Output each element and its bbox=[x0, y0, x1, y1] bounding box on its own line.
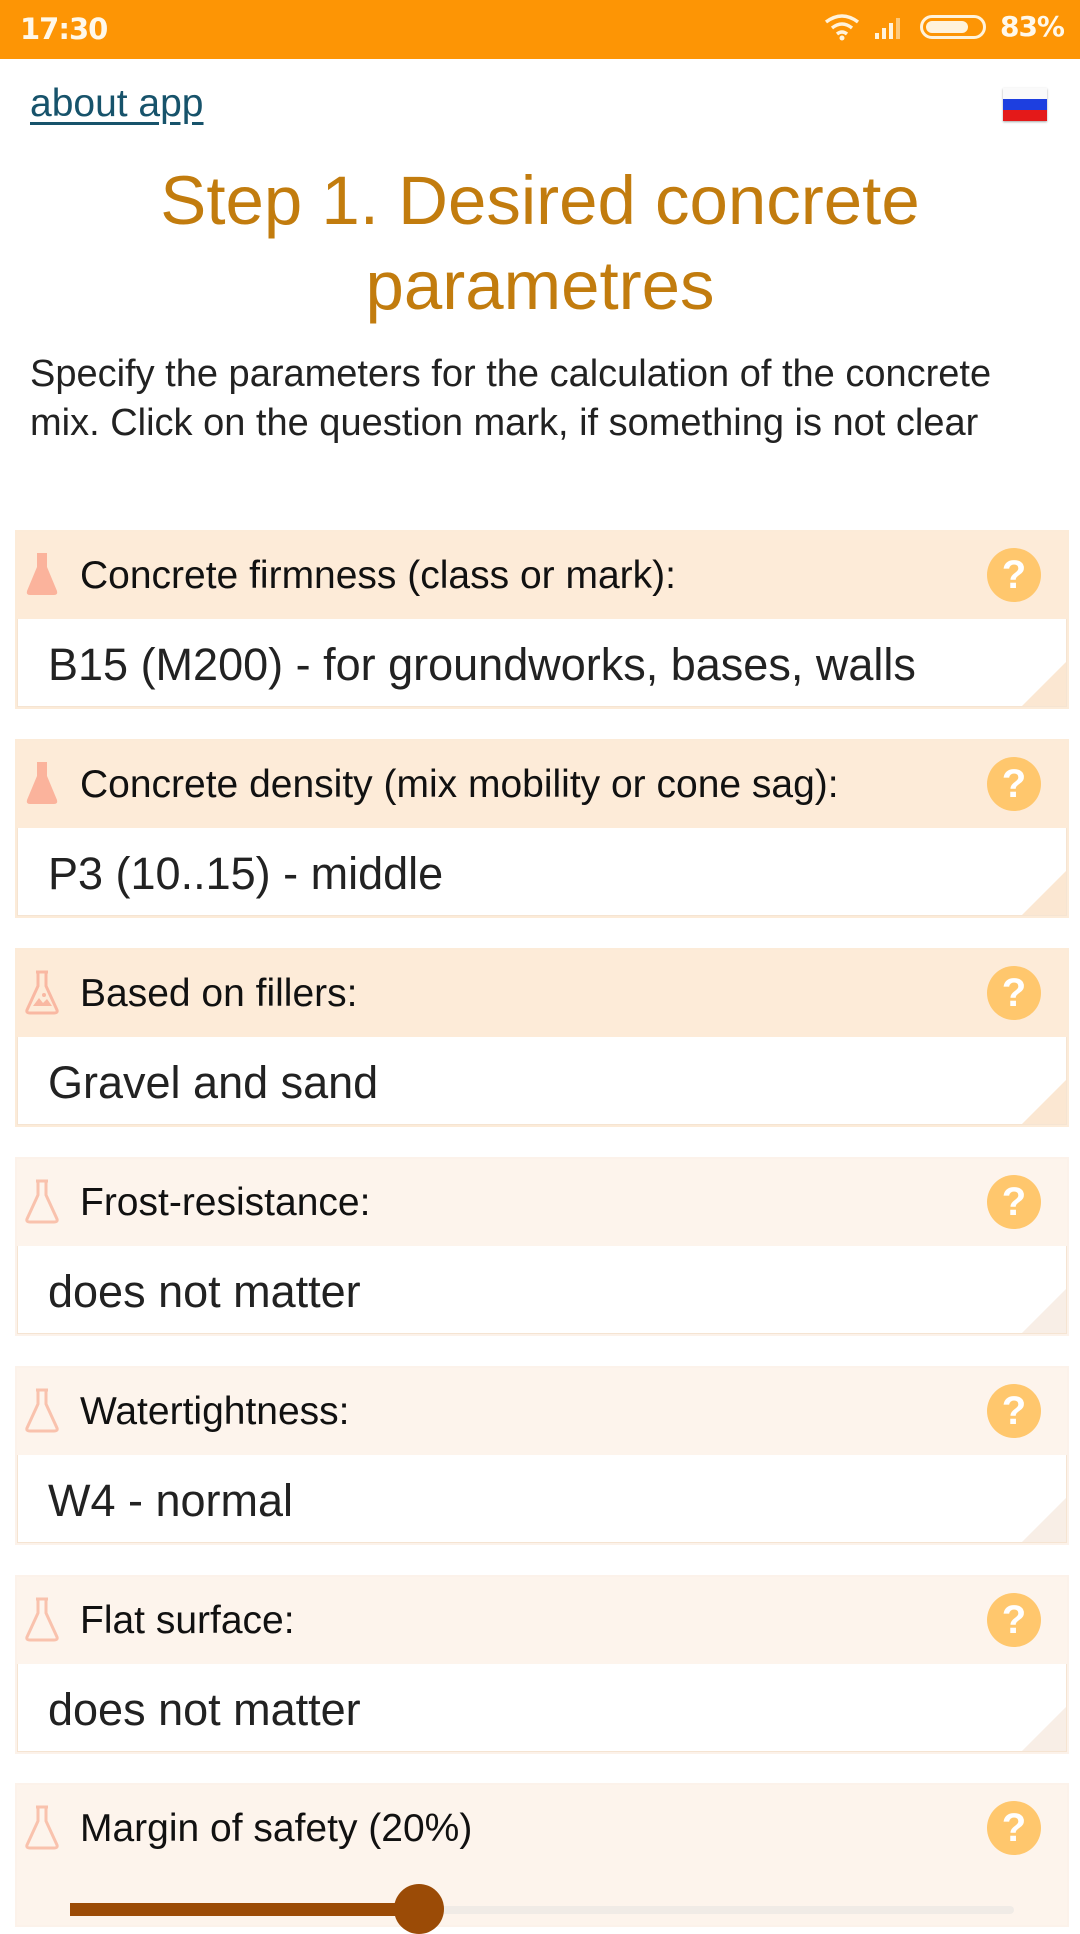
flask-filled-icon bbox=[26, 762, 58, 804]
help-button[interactable]: ? bbox=[987, 1593, 1041, 1647]
help-button[interactable]: ? bbox=[987, 1801, 1041, 1855]
dropdown-corner-icon bbox=[1022, 1080, 1066, 1124]
safety-slider-fill bbox=[70, 1903, 420, 1916]
field-label: Concrete firmness (class or mark): bbox=[80, 554, 676, 597]
field-select[interactable]: P3 (10..15) - middle bbox=[17, 828, 1067, 916]
field-value: P3 (10..15) - middle bbox=[48, 848, 444, 899]
flask-picture-icon bbox=[25, 970, 59, 1015]
status-bar: 17:30 83% bbox=[0, 0, 1080, 59]
field-label: Watertightness: bbox=[80, 1390, 350, 1433]
help-button[interactable]: ? bbox=[987, 966, 1041, 1020]
field-label: Based on fillers: bbox=[80, 972, 358, 1015]
dropdown-corner-icon bbox=[1022, 1498, 1066, 1542]
help-button[interactable]: ? bbox=[987, 548, 1041, 602]
field-header: Frost-resistance:? bbox=[17, 1159, 1067, 1246]
battery-percent: 83% bbox=[999, 10, 1065, 43]
parameter-field: Frost-resistance:? does not matter bbox=[15, 1157, 1069, 1336]
field-value: W4 - normal bbox=[48, 1475, 294, 1526]
help-button[interactable]: ? bbox=[987, 757, 1041, 811]
field-value: does not matter bbox=[48, 1684, 361, 1735]
safety-slider-track[interactable] bbox=[70, 1884, 1014, 1934]
parameter-field: Watertightness:? W4 - normal bbox=[15, 1366, 1069, 1545]
parameter-field: Flat surface:? does not matter bbox=[15, 1575, 1069, 1754]
dropdown-corner-icon bbox=[1022, 662, 1066, 706]
flask-outline-icon bbox=[25, 1597, 59, 1642]
parameter-field: Concrete firmness (class or mark):? B15 (… bbox=[15, 530, 1069, 709]
parameter-field: Concrete density (mix mobility or cone s… bbox=[15, 739, 1069, 918]
dropdown-corner-icon bbox=[1022, 871, 1066, 915]
flask-outline-icon bbox=[25, 1805, 59, 1850]
margin-of-safety-field: Margin of safety (20%) ? bbox=[15, 1783, 1069, 1934]
field-select[interactable]: B15 (M200) - for groundworks, bases, wal… bbox=[17, 619, 1067, 707]
help-button[interactable]: ? bbox=[987, 1175, 1041, 1229]
signal-icon bbox=[874, 17, 900, 39]
field-header: Concrete density (mix mobility or cone s… bbox=[17, 741, 1067, 828]
field-value: does not matter bbox=[48, 1266, 361, 1317]
field-label: Concrete density (mix mobility or cone s… bbox=[80, 763, 839, 806]
field-header: Flat surface:? bbox=[17, 1577, 1067, 1664]
safety-slider-thumb[interactable] bbox=[394, 1884, 445, 1934]
dropdown-corner-icon bbox=[1022, 1289, 1066, 1333]
russian-flag-icon[interactable] bbox=[1003, 88, 1047, 121]
parameter-field: Based on fillers:? Gravel and sand bbox=[15, 948, 1069, 1127]
about-app-link[interactable]: about app bbox=[30, 82, 204, 126]
field-value: Gravel and sand bbox=[48, 1057, 379, 1108]
field-select[interactable]: does not matter bbox=[17, 1664, 1067, 1752]
field-header: Based on fillers:? bbox=[17, 950, 1067, 1037]
flask-outline-icon bbox=[25, 1179, 59, 1224]
battery-icon bbox=[919, 14, 986, 39]
dropdown-corner-icon bbox=[1022, 1707, 1066, 1751]
intro-text: Specify the parameters for the calculati… bbox=[30, 353, 992, 444]
help-button[interactable]: ? bbox=[987, 1384, 1041, 1438]
flask-filled-icon bbox=[26, 553, 58, 595]
field-label: Flat surface: bbox=[80, 1599, 295, 1642]
flask-outline-icon bbox=[25, 1388, 59, 1433]
field-select[interactable]: W4 - normal bbox=[17, 1455, 1067, 1543]
field-header: Watertightness:? bbox=[17, 1368, 1067, 1455]
field-label: Frost-resistance: bbox=[80, 1181, 371, 1224]
field-select[interactable]: Gravel and sand bbox=[17, 1037, 1067, 1125]
page-title: Step 1. Desired concrete parametres bbox=[160, 162, 920, 324]
status-time: 17:30 bbox=[20, 12, 108, 46]
field-value: B15 (M200) - for groundworks, bases, wal… bbox=[48, 639, 916, 690]
margin-of-safety-label: Margin of safety (20%) bbox=[80, 1807, 473, 1850]
field-header: Concrete firmness (class or mark):? bbox=[17, 532, 1067, 619]
field-select[interactable]: does not matter bbox=[17, 1246, 1067, 1334]
wifi-icon bbox=[824, 13, 860, 40]
